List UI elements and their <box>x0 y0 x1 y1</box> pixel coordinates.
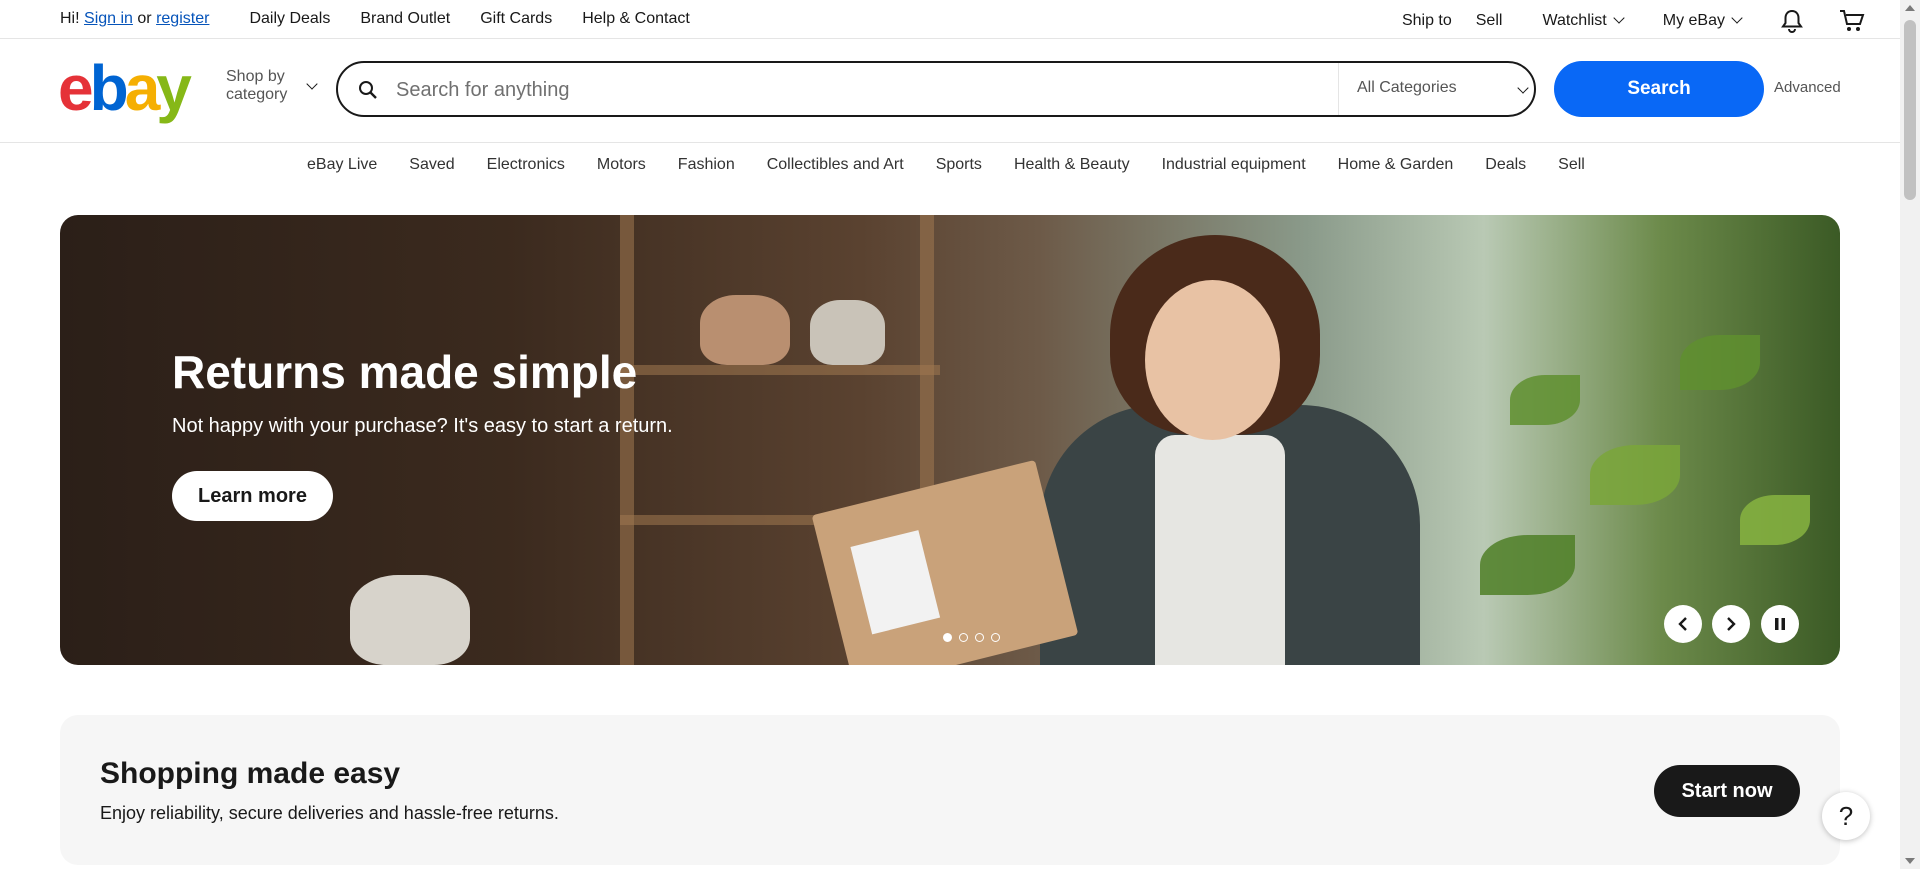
scroll-up-arrow[interactable] <box>1905 5 1915 11</box>
shop-by-line1: Shop by <box>226 68 285 85</box>
search-input[interactable] <box>394 73 1358 107</box>
chevron-down-icon <box>1613 12 1625 24</box>
nav-item-health-beauty[interactable]: Health & Beauty <box>1014 156 1130 174</box>
hero-title: Returns made simple <box>172 346 638 398</box>
carousel-dot[interactable] <box>975 633 984 642</box>
nav-item-fashion[interactable]: Fashion <box>678 156 735 174</box>
carousel-next-button[interactable] <box>1712 605 1750 643</box>
nav-item-ebay-live[interactable]: eBay Live <box>307 156 377 174</box>
chevron-down-icon <box>306 78 318 90</box>
start-now-button[interactable]: Start now <box>1654 765 1800 817</box>
sell-link[interactable]: Sell <box>1476 12 1503 30</box>
banner-title: Shopping made easy <box>100 757 401 790</box>
search-button[interactable]: Search <box>1554 61 1764 117</box>
shop-by-line2: category <box>226 86 288 103</box>
hero-subtitle: Not happy with your purchase? It's easy … <box>172 415 673 437</box>
nav-item-industrial-equipment[interactable]: Industrial equipment <box>1162 156 1306 174</box>
daily-deals-link[interactable]: Daily Deals <box>249 10 330 28</box>
watchlist-label: Watchlist <box>1542 12 1607 29</box>
main-header: ebay Shop by category All Categories Sea… <box>0 39 1900 143</box>
brand-outlet-link[interactable]: Brand Outlet <box>360 10 450 28</box>
nav-item-sports[interactable]: Sports <box>936 156 982 174</box>
search-icon <box>358 80 378 105</box>
logo-letter-b: b <box>89 52 129 124</box>
banner-subtitle: Enjoy reliability, secure deliveries and… <box>100 803 559 823</box>
carousel-dot[interactable] <box>991 633 1000 642</box>
my-ebay-button[interactable]: My eBay <box>1662 12 1743 30</box>
greeting-prefix: Hi! <box>60 10 80 27</box>
topbar-left: Hi! Sign in or register Daily Deals Bran… <box>60 10 720 28</box>
cart-icon[interactable] <box>1839 9 1865 33</box>
hero-carousel: Returns made simple Not happy with your … <box>60 215 1840 665</box>
chevron-left-icon <box>1678 617 1687 631</box>
chevron-down-icon <box>1517 82 1529 94</box>
nav-item-electronics[interactable]: Electronics <box>487 156 565 174</box>
carousel-dot[interactable] <box>943 633 952 642</box>
ship-to-button[interactable]: Ship to <box>1402 12 1452 30</box>
search-bar: All Categories <box>336 61 1536 117</box>
chevron-down-icon <box>1731 12 1743 24</box>
carousel-prev-button[interactable] <box>1664 605 1702 643</box>
help-contact-link[interactable]: Help & Contact <box>582 10 690 28</box>
category-select-value: All Categories <box>1357 79 1457 96</box>
greeting-or: or <box>137 10 152 27</box>
scrollbar-thumb[interactable] <box>1904 20 1916 200</box>
nav-item-deals[interactable]: Deals <box>1485 156 1526 174</box>
nav-item-sell[interactable]: Sell <box>1558 156 1585 174</box>
pause-icon <box>1775 618 1785 630</box>
logo-letter-a: a <box>124 52 161 124</box>
carousel-pause-button[interactable] <box>1761 605 1799 643</box>
gift-cards-link[interactable]: Gift Cards <box>480 10 552 28</box>
logo-letter-e: e <box>58 52 94 124</box>
ebay-logo[interactable]: ebay <box>58 52 192 124</box>
carousel-dots <box>943 633 1000 642</box>
top-utility-bar: Hi! Sign in or register Daily Deals Bran… <box>0 0 1900 39</box>
my-ebay-label: My eBay <box>1662 12 1725 29</box>
nav-item-collectibles-art[interactable]: Collectibles and Art <box>767 156 904 174</box>
page-scrollbar[interactable] <box>1900 0 1920 869</box>
sign-in-link[interactable]: Sign in <box>84 10 133 27</box>
shopping-made-easy-banner: Shopping made easy Enjoy reliability, se… <box>60 715 1840 865</box>
carousel-dot[interactable] <box>959 633 968 642</box>
register-link[interactable]: register <box>156 10 209 27</box>
nav-item-home-garden[interactable]: Home & Garden <box>1338 156 1454 174</box>
help-button[interactable]: ? <box>1822 792 1870 840</box>
advanced-search-link[interactable]: Advanced <box>1774 79 1841 96</box>
learn-more-button[interactable]: Learn more <box>172 471 333 521</box>
logo-letter-y: y <box>156 52 192 124</box>
bell-icon[interactable] <box>1781 9 1803 33</box>
nav-item-saved[interactable]: Saved <box>409 156 454 174</box>
topbar-right: Ship to Sell Watchlist My eBay <box>1402 9 1865 33</box>
category-select[interactable]: All Categories <box>1338 63 1535 115</box>
greeting: Hi! Sign in or register <box>60 10 209 28</box>
watchlist-button[interactable]: Watchlist <box>1542 12 1625 30</box>
shop-by-category-button[interactable]: Shop by category <box>226 68 318 104</box>
category-nav: eBay Live Saved Electronics Motors Fashi… <box>0 143 1900 187</box>
nav-item-motors[interactable]: Motors <box>597 156 646 174</box>
scroll-down-arrow[interactable] <box>1905 858 1915 864</box>
chevron-right-icon <box>1727 617 1736 631</box>
